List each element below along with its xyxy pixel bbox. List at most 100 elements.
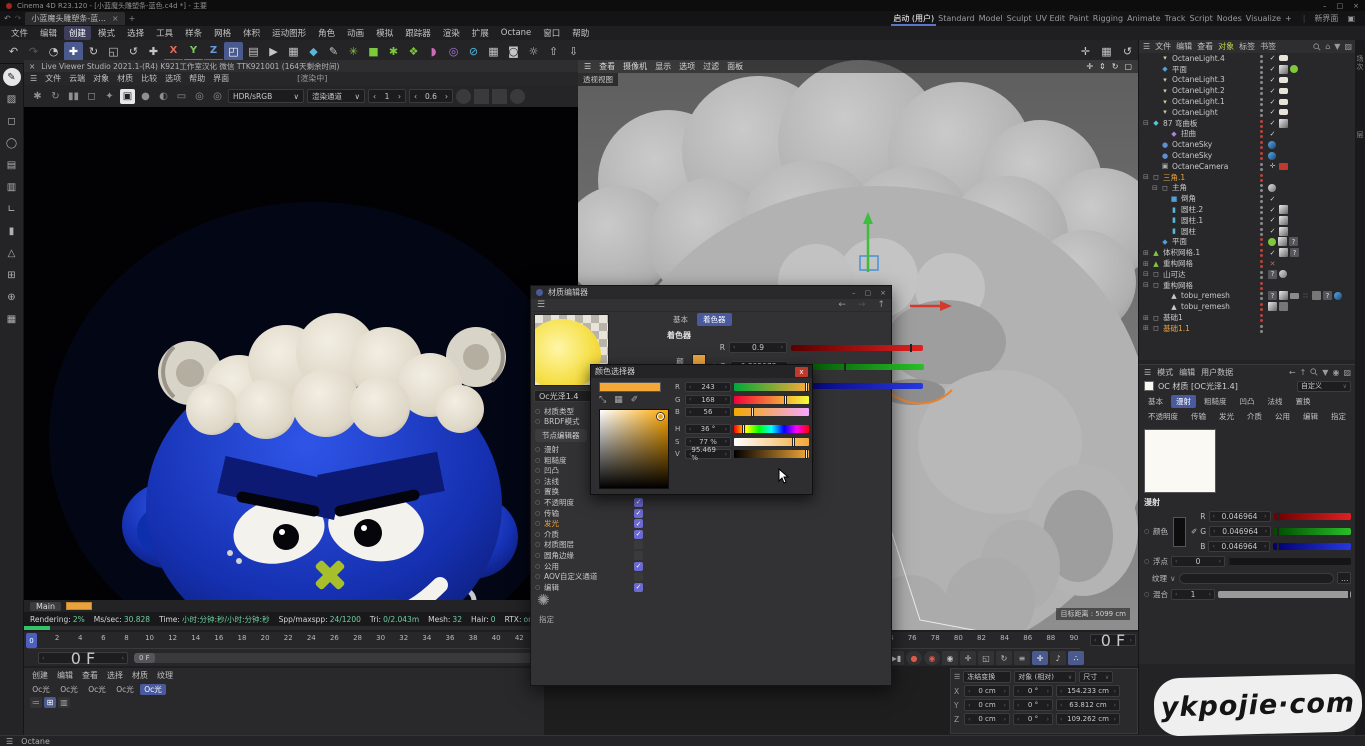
material-menu-item[interactable]: 查看 xyxy=(82,670,98,680)
phong-tag-icon[interactable] xyxy=(1279,227,1288,236)
object-name[interactable]: 扭曲 xyxy=(1181,128,1196,139)
folder-tag-icon[interactable] xyxy=(1290,293,1299,299)
object-name[interactable]: OctaneLight xyxy=(1172,108,1218,117)
toolbar-icon[interactable]: ◎ xyxy=(444,42,463,61)
object-tree-row[interactable]: ⊞◻基础1 xyxy=(1139,312,1356,323)
blue-slider[interactable] xyxy=(1273,543,1351,550)
rotation-field[interactable]: ‹0 °› xyxy=(1013,699,1053,711)
material-preview[interactable] xyxy=(1144,429,1216,493)
material-editor-tab[interactable]: 着色器 xyxy=(697,313,732,326)
mix-slider[interactable] xyxy=(1218,591,1351,598)
visibility-dots-off[interactable] xyxy=(1260,260,1263,263)
focus-picker-icon[interactable]: ◎ xyxy=(192,89,207,104)
transport-button[interactable]: ✛ xyxy=(1032,651,1048,665)
minimize-icon[interactable]: – xyxy=(852,289,856,297)
red-field[interactable]: ‹0.046964› xyxy=(1209,511,1271,522)
object-name[interactable]: tobu_remesh xyxy=(1181,291,1230,300)
object-name[interactable]: 山可达 xyxy=(1163,269,1186,280)
filter-icon[interactable]: ▼ xyxy=(1334,42,1340,51)
workspace-tab[interactable]: Model xyxy=(977,13,1005,24)
target-tag-icon[interactable]: ✛ xyxy=(1268,162,1277,171)
left-toolbar-icon[interactable]: ▤ xyxy=(3,156,21,174)
shader-red-field[interactable]: ‹0.9› xyxy=(729,342,787,353)
object-name[interactable]: OctaneCamera xyxy=(1172,162,1228,171)
image-tag-icon[interactable] xyxy=(1279,302,1288,311)
channel-checkbox[interactable] xyxy=(634,551,643,560)
object-tree-row[interactable]: ●OctaneSky xyxy=(1139,150,1356,161)
texture-tag-icon[interactable] xyxy=(1290,65,1298,73)
question-tag-icon[interactable]: ? xyxy=(1289,237,1298,246)
end-frame-field[interactable]: ‹0 F› xyxy=(1090,634,1136,646)
visibility-dots[interactable] xyxy=(1260,228,1263,231)
enabled-check-icon[interactable]: ✓ xyxy=(1268,108,1277,117)
material-channel-row[interactable]: ○材质图层 xyxy=(535,540,643,551)
minimize-button[interactable]: – xyxy=(1323,2,1327,10)
texture-field[interactable] xyxy=(1179,573,1335,584)
question-tag-icon[interactable]: ? xyxy=(1323,291,1332,300)
toolbar-icon[interactable]: ⊘ xyxy=(464,42,483,61)
transport-button[interactable]: ↻ xyxy=(996,651,1012,665)
colorspace-dropdown[interactable]: HDR/sRGB∨ xyxy=(228,89,304,103)
expander-icon[interactable]: ⊟ xyxy=(1143,281,1151,289)
phong-tag-icon[interactable] xyxy=(1279,65,1288,74)
workspace-tab[interactable]: Paint xyxy=(1067,13,1091,24)
material-channel-row[interactable]: ○圆角边缘 xyxy=(535,550,643,561)
object-tree-row[interactable]: ⊞▲重构网格✕ xyxy=(1139,258,1356,269)
object-tree-row[interactable]: ⊟◻主角 xyxy=(1139,183,1356,194)
toolbar-icon[interactable]: ↷ xyxy=(24,42,43,61)
object-tree-row[interactable]: ▾OctaneLight.2✓ xyxy=(1139,85,1356,96)
attribute-tab[interactable]: 指定 xyxy=(1326,410,1351,423)
material-menu-item[interactable]: 纹理 xyxy=(157,670,173,680)
menu-item[interactable]: 创建 xyxy=(64,26,91,40)
channel-checkbox[interactable]: ✓ xyxy=(634,509,643,518)
object-tree-row[interactable]: ⊟◆87 弯曲板✓ xyxy=(1139,118,1356,129)
region-render-icon[interactable]: ● xyxy=(138,89,153,104)
object-name[interactable]: OctaneLight.4 xyxy=(1172,54,1225,63)
restart-render-icon[interactable]: ↻ xyxy=(48,89,63,104)
toolbar-icon[interactable]: ■ xyxy=(364,42,383,61)
search-icon[interactable] xyxy=(1313,43,1321,51)
rotation-field[interactable]: ‹0 °› xyxy=(1013,685,1053,697)
toolbar-icon[interactable]: ↺ xyxy=(124,42,143,61)
phong-tag-icon[interactable] xyxy=(1279,216,1288,225)
phong-tag-icon[interactable] xyxy=(1279,205,1288,214)
channel-slider[interactable] xyxy=(734,408,809,416)
live-viewer-menu-item[interactable]: 帮助 xyxy=(189,73,205,84)
float-field[interactable]: ‹0› xyxy=(1171,556,1225,567)
material-editor-tab[interactable]: 基本 xyxy=(667,313,694,326)
material-item[interactable]: Oc光 xyxy=(112,683,138,695)
object-name[interactable]: 基础1.1 xyxy=(1163,323,1190,334)
channel-value-field[interactable]: ‹56› xyxy=(685,407,731,417)
new-workspace-button[interactable]: 新界面 xyxy=(1314,13,1338,24)
phong-tag-icon[interactable] xyxy=(1279,291,1288,300)
visibility-dots-off[interactable] xyxy=(1260,282,1263,285)
transport-button[interactable]: ● xyxy=(906,651,922,665)
object-tree-row[interactable]: ■倒角✓ xyxy=(1139,193,1356,204)
channel-checkbox[interactable]: ✓ xyxy=(634,498,643,507)
menu-item[interactable]: 跟踪器 xyxy=(400,26,436,40)
object-tree-row[interactable]: ◆平面✓ xyxy=(1139,64,1356,75)
visibility-dots[interactable] xyxy=(1260,206,1263,209)
filter-icon[interactable]: ▼ xyxy=(1322,368,1328,377)
attribute-tab[interactable]: 粗糙度 xyxy=(1199,395,1232,408)
menu-item[interactable]: 选择 xyxy=(122,26,149,40)
film-region-icon[interactable]: ◐ xyxy=(156,89,171,104)
channel-value-field[interactable]: ‹36 °› xyxy=(685,424,731,434)
object-tree-row[interactable]: ◆扭曲✓ xyxy=(1139,129,1356,140)
back-icon[interactable]: ← xyxy=(838,300,846,310)
attribute-tab[interactable]: 介质 xyxy=(1242,410,1267,423)
object-tree-row[interactable]: ▮圆柱.2✓ xyxy=(1139,204,1356,215)
rotation-field[interactable]: ‹0 °› xyxy=(1013,713,1053,725)
object-tree-row[interactable]: ⊞◻基础1.1 xyxy=(1139,323,1356,334)
texture-browse-button[interactable]: … xyxy=(1337,572,1351,584)
menu-item[interactable]: 角色 xyxy=(313,26,340,40)
green-field[interactable]: ‹0.046964› xyxy=(1209,526,1271,537)
orbit-icon[interactable] xyxy=(456,89,471,104)
blue-field[interactable]: ‹0.046964› xyxy=(1208,541,1270,552)
menu-item[interactable]: 窗口 xyxy=(538,26,565,40)
object-name[interactable]: 三角.1 xyxy=(1163,172,1185,183)
object-name[interactable]: 基础1 xyxy=(1163,312,1183,323)
toolbar-icon[interactable]: ⇧ xyxy=(544,42,563,61)
phong-tag-icon[interactable] xyxy=(1279,248,1288,257)
toolbar-icon[interactable]: ❖ xyxy=(404,42,423,61)
